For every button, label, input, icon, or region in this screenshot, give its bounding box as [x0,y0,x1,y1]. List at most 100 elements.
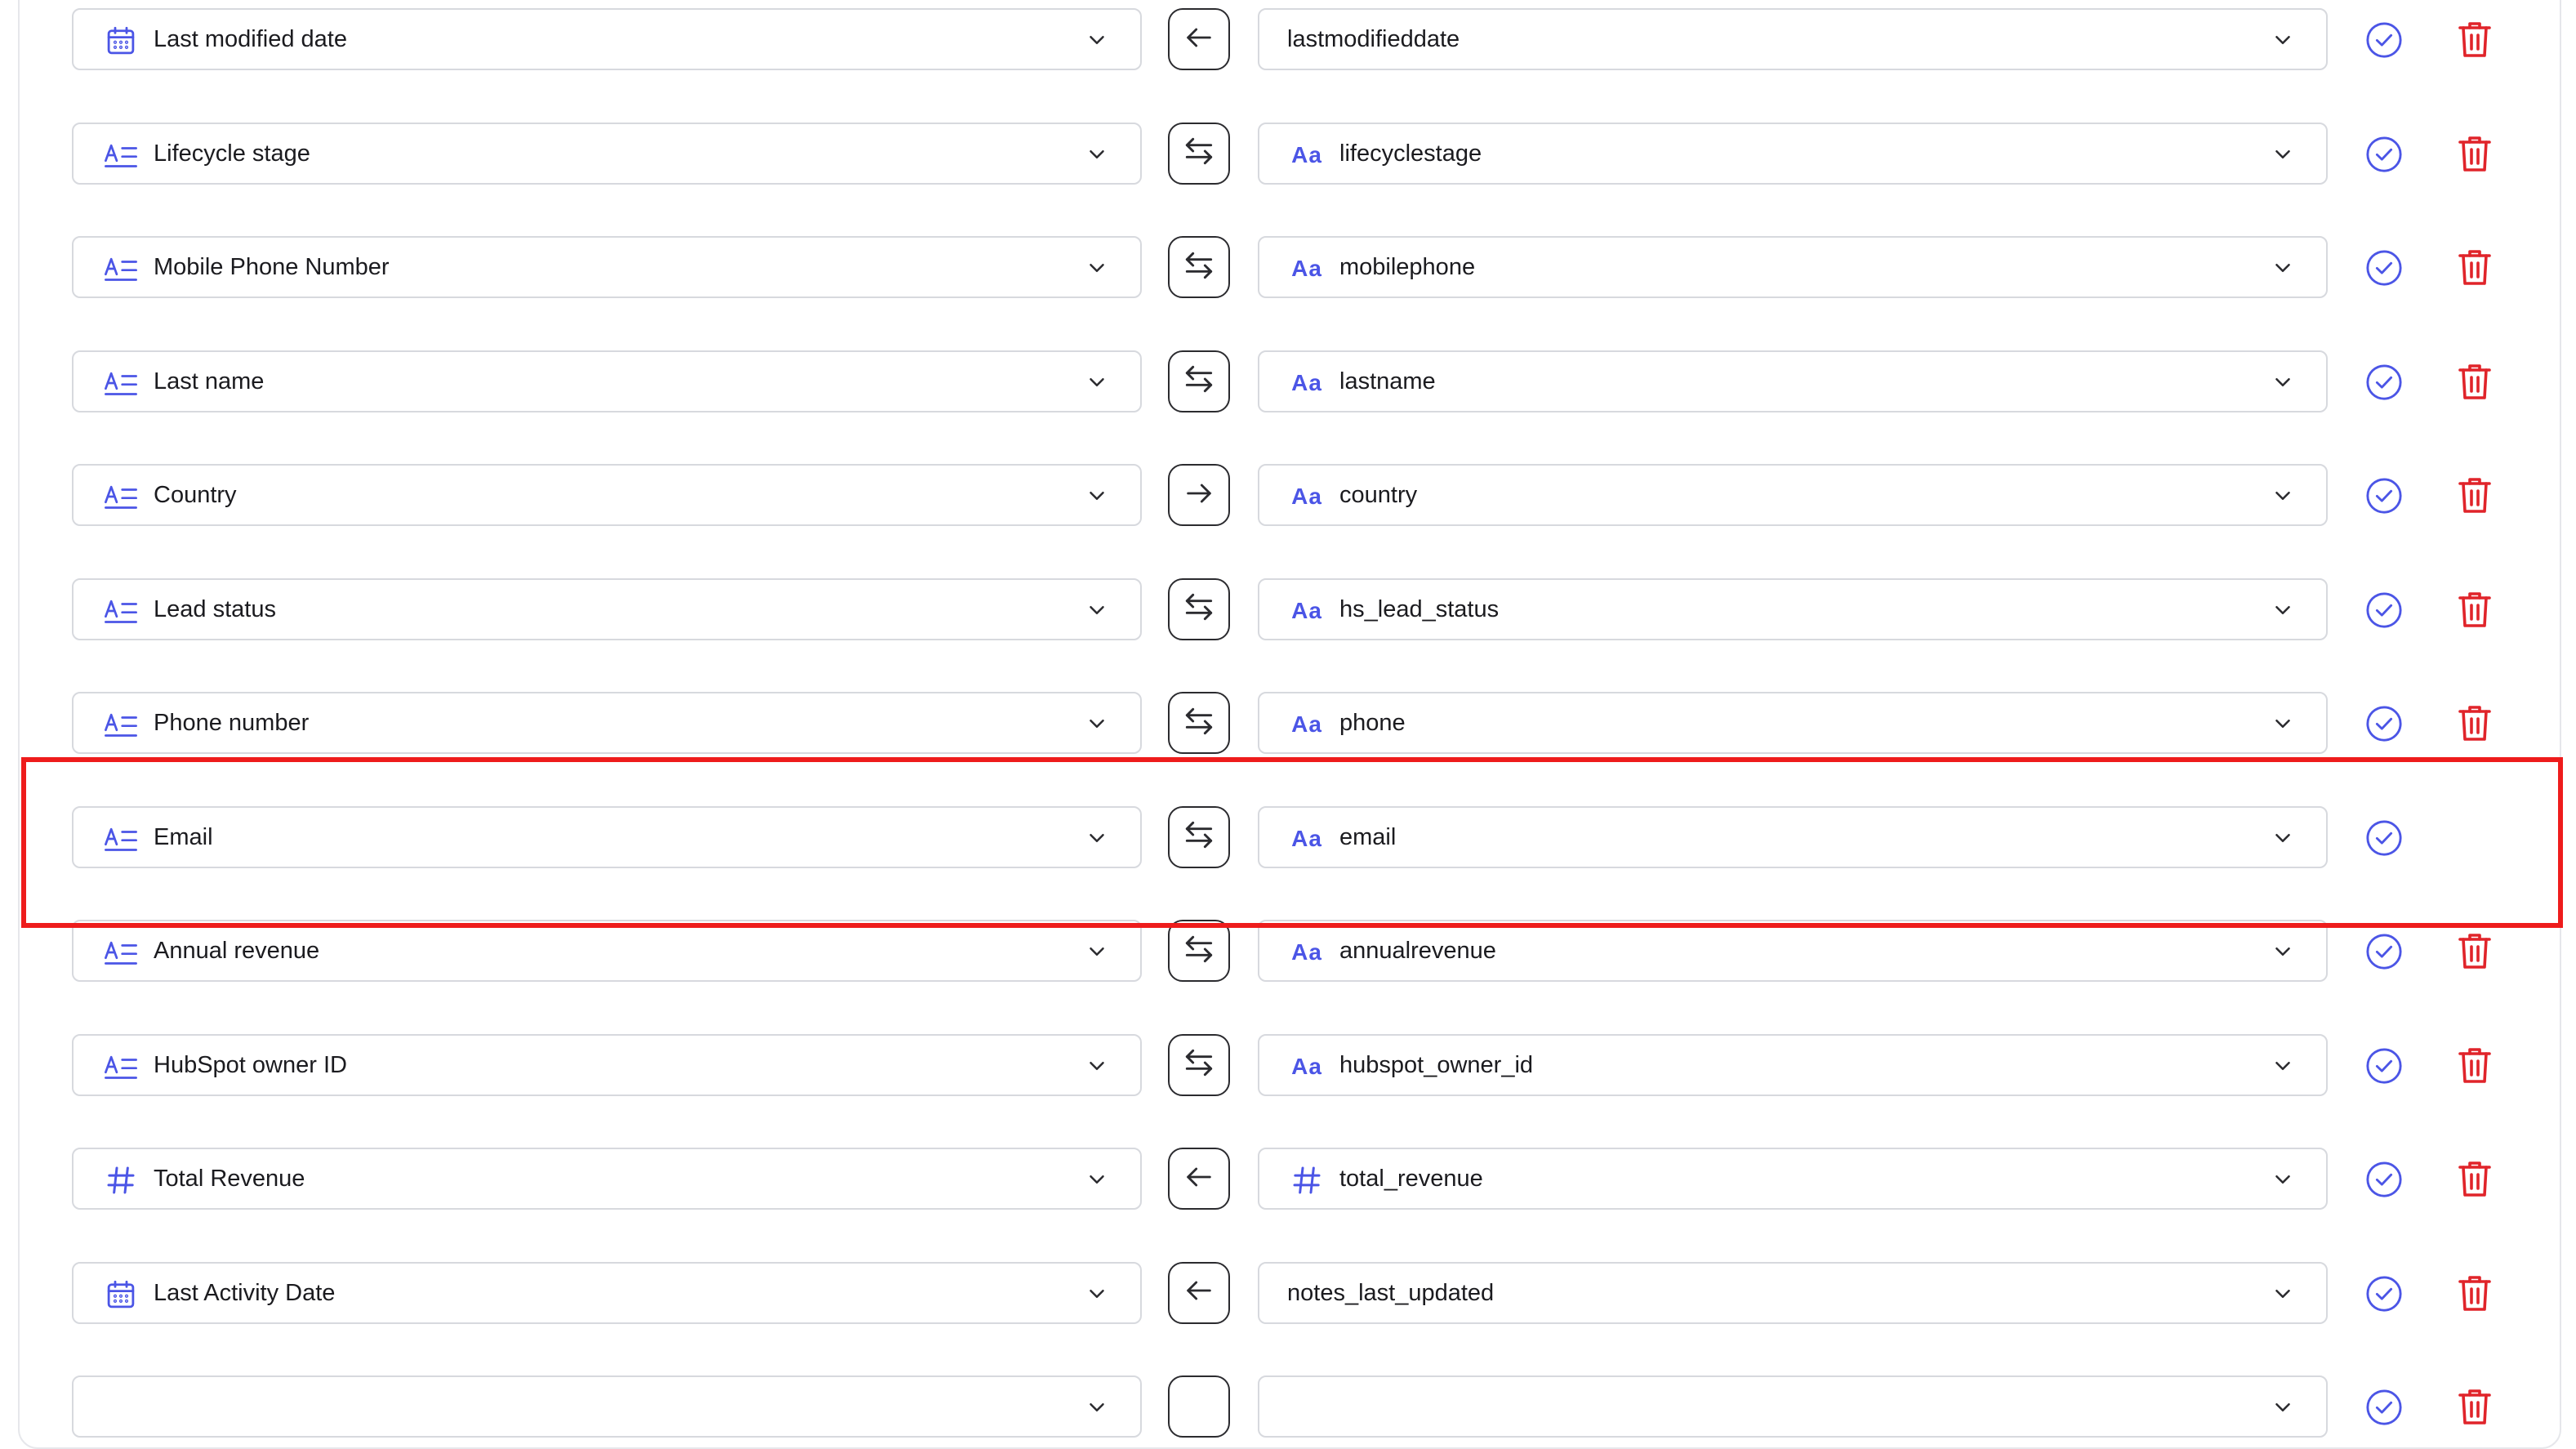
sync-direction-button[interactable] [1168,1261,1230,1324]
confirm-check-icon[interactable] [2365,249,2403,287]
target-field-select[interactable]: Aa lifecyclestage [1258,122,2328,185]
target-field-select[interactable] [1258,1375,2328,1438]
chevron-down-icon[interactable] [1085,1282,1109,1306]
sync-direction-button[interactable] [1168,464,1230,526]
chevron-down-icon[interactable] [2271,484,2295,508]
chevron-down-icon[interactable] [2271,598,2295,622]
chevron-down-icon[interactable] [1085,484,1109,508]
field-mapping-list: Last modified date lastmodifieddate Lifecy… [0,0,2576,1438]
sync-direction-button[interactable] [1168,1033,1230,1096]
mapping-row: HubSpot owner ID Aa hubspot_owner_id [0,1033,2576,1099]
chevron-down-icon[interactable] [2271,256,2295,280]
chevron-down-icon[interactable] [1085,598,1109,622]
mapping-row: Lead status Aa hs_lead_status [0,577,2576,644]
sync-direction-button[interactable] [1168,1375,1230,1438]
source-field-select[interactable]: Lead status [72,577,1142,640]
chevron-down-icon[interactable] [1085,1395,1109,1420]
source-field-select[interactable]: Lifecycle stage [72,122,1142,185]
chevron-down-icon[interactable] [1085,1054,1109,1078]
source-field-select[interactable]: Annual revenue [72,920,1142,982]
chevron-down-icon[interactable] [1085,939,1109,964]
source-field-select-label: Last name [154,368,265,395]
delete-trash-icon[interactable] [2457,20,2493,59]
target-field-select[interactable]: Aa annualrevenue [1258,920,2328,982]
source-field-select[interactable]: Last Activity Date [72,1261,1142,1324]
confirm-check-icon[interactable] [2365,933,2403,970]
delete-trash-icon[interactable] [2457,703,2493,742]
chevron-down-icon[interactable] [2271,711,2295,736]
target-field-select[interactable]: Aa lastname [1258,350,2328,412]
delete-trash-icon[interactable] [2457,362,2493,401]
calendar-icon [103,25,139,57]
sync-direction-button[interactable] [1168,920,1230,982]
source-field-select[interactable]: Total Revenue [72,1148,1142,1210]
target-field-select[interactable]: Aa hubspot_owner_id [1258,1033,2328,1096]
delete-trash-icon[interactable] [2457,134,2493,173]
source-field-select[interactable]: Mobile Phone Number [72,236,1142,298]
chevron-down-icon[interactable] [2271,1167,2295,1192]
delete-trash-icon[interactable] [2457,475,2493,515]
sync-direction-button[interactable] [1168,350,1230,412]
source-field-select-label: HubSpot owner ID [154,1051,347,1078]
delete-trash-icon[interactable] [2457,1159,2493,1198]
mapping-row: Last Activity Date notes_last_updated [0,1261,2576,1327]
text-field-icon [103,595,139,627]
target-field-select[interactable]: Aa mobilephone [1258,236,2328,298]
chevron-down-icon[interactable] [1085,28,1109,52]
sync-direction-button[interactable] [1168,577,1230,640]
confirm-check-icon[interactable] [2365,1275,2403,1313]
source-field-select[interactable]: HubSpot owner ID [72,1033,1142,1096]
delete-trash-icon[interactable] [2457,590,2493,629]
mapping-row: Country Aa country [0,464,2576,529]
confirm-check-icon[interactable] [2365,1047,2403,1085]
text-field-icon [103,480,139,513]
confirm-check-icon[interactable] [2365,591,2403,629]
delete-trash-icon[interactable] [2457,247,2493,287]
chevron-down-icon[interactable] [2271,28,2295,52]
target-field-select[interactable]: Aa phone [1258,692,2328,754]
sync-direction-button[interactable] [1168,8,1230,70]
chevron-down-icon[interactable] [2271,370,2295,395]
text-field-icon [103,252,139,285]
source-field-select[interactable] [72,1375,1142,1438]
chevron-down-icon[interactable] [2271,1395,2295,1420]
delete-trash-icon[interactable] [2457,931,2493,970]
chevron-down-icon[interactable] [1085,256,1109,280]
target-field-select[interactable]: total_revenue [1258,1148,2328,1210]
sync-direction-button[interactable] [1168,236,1230,298]
confirm-check-icon[interactable] [2365,1161,2403,1198]
target-field-select[interactable]: Aa country [1258,464,2328,526]
source-field-select[interactable]: Phone number [72,692,1142,754]
chevron-down-icon[interactable] [2271,1282,2295,1306]
source-field-select[interactable]: Last modified date [72,8,1142,70]
delete-trash-icon[interactable] [2457,1273,2493,1313]
chevron-down-icon[interactable] [1085,711,1109,736]
delete-trash-icon[interactable] [2457,1046,2493,1085]
source-field-select-label: Last Activity Date [154,1279,336,1306]
target-field-select-label: hubspot_owner_id [1339,1051,1534,1078]
confirm-check-icon[interactable] [2365,477,2403,515]
source-field-select-label: Phone number [154,710,310,736]
confirm-check-icon[interactable] [2365,1389,2403,1426]
source-field-select[interactable]: Last name [72,350,1142,412]
chevron-down-icon[interactable] [1085,1167,1109,1192]
source-field-select[interactable]: Country [72,464,1142,526]
confirm-check-icon[interactable] [2365,21,2403,59]
chevron-down-icon[interactable] [2271,142,2295,167]
sync-direction-button[interactable] [1168,1148,1230,1210]
source-field-select-label: Country [154,482,237,508]
sync-direction-button[interactable] [1168,692,1230,754]
chevron-down-icon[interactable] [1085,142,1109,167]
confirm-check-icon[interactable] [2365,136,2403,173]
target-field-select[interactable]: Aa hs_lead_status [1258,577,2328,640]
sync-direction-button[interactable] [1168,122,1230,185]
chevron-down-icon[interactable] [1085,370,1109,395]
chevron-down-icon[interactable] [2271,939,2295,964]
confirm-check-icon[interactable] [2365,705,2403,742]
target-field-select[interactable]: lastmodifieddate [1258,8,2328,70]
target-field-select[interactable]: notes_last_updated [1258,1261,2328,1324]
source-field-select-label: Mobile Phone Number [154,254,390,280]
chevron-down-icon[interactable] [2271,1054,2295,1078]
confirm-check-icon[interactable] [2365,363,2403,401]
delete-trash-icon[interactable] [2457,1387,2493,1426]
